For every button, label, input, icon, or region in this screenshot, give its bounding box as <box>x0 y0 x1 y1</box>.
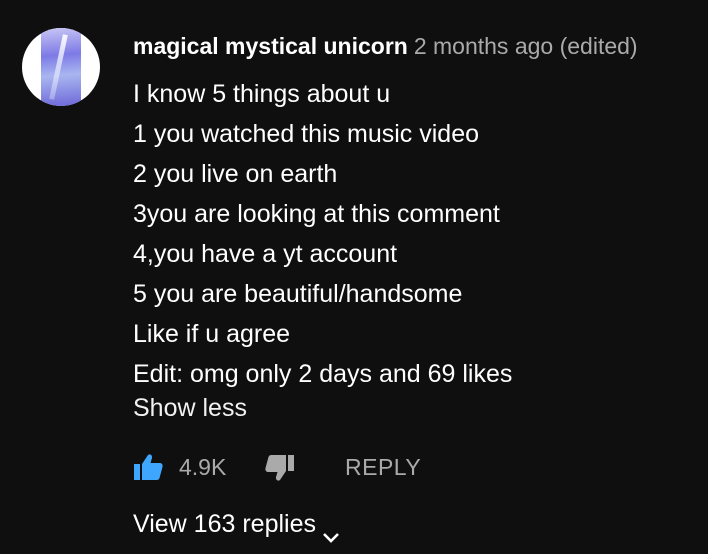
avatar[interactable] <box>22 28 100 106</box>
comment-line: 2 you live on earth <box>133 160 338 188</box>
comment-line: Like if u agree <box>133 320 291 348</box>
comment-timestamp[interactable]: 2 months ago (edited) <box>414 33 638 59</box>
comment-line: 3you are looking at this comment <box>133 200 500 228</box>
comment-line: 4,you have a yt account <box>133 240 398 268</box>
comment-body: I know 5 things about u 1 you watched th… <box>133 74 512 394</box>
comment-line: 5 you are beautiful/handsome <box>133 280 463 308</box>
view-replies-label: View 163 replies <box>133 510 316 538</box>
comment-line: Edit: omg only 2 days and 69 likes <box>133 360 513 388</box>
comment-actions: 4.9K REPLY <box>133 450 453 484</box>
comment-thread: magical mystical unicorn 2 months ago (ed… <box>0 0 708 554</box>
show-less-button[interactable]: Show less <box>133 392 247 424</box>
thumbs-up-icon[interactable] <box>133 453 163 481</box>
view-replies-button[interactable]: View 163 replies <box>133 507 340 544</box>
comment-line: I know 5 things about u <box>133 80 391 108</box>
thumbs-down-icon[interactable] <box>265 454 295 482</box>
comment-line: 1 you watched this music video <box>133 120 480 148</box>
comment-header: magical mystical unicorn 2 months ago (ed… <box>133 31 638 61</box>
like-count: 4.9K <box>179 454 227 480</box>
author-name[interactable]: magical mystical unicorn <box>133 33 408 59</box>
reply-button[interactable]: REPLY <box>345 450 421 484</box>
chevron-down-icon <box>322 519 340 544</box>
